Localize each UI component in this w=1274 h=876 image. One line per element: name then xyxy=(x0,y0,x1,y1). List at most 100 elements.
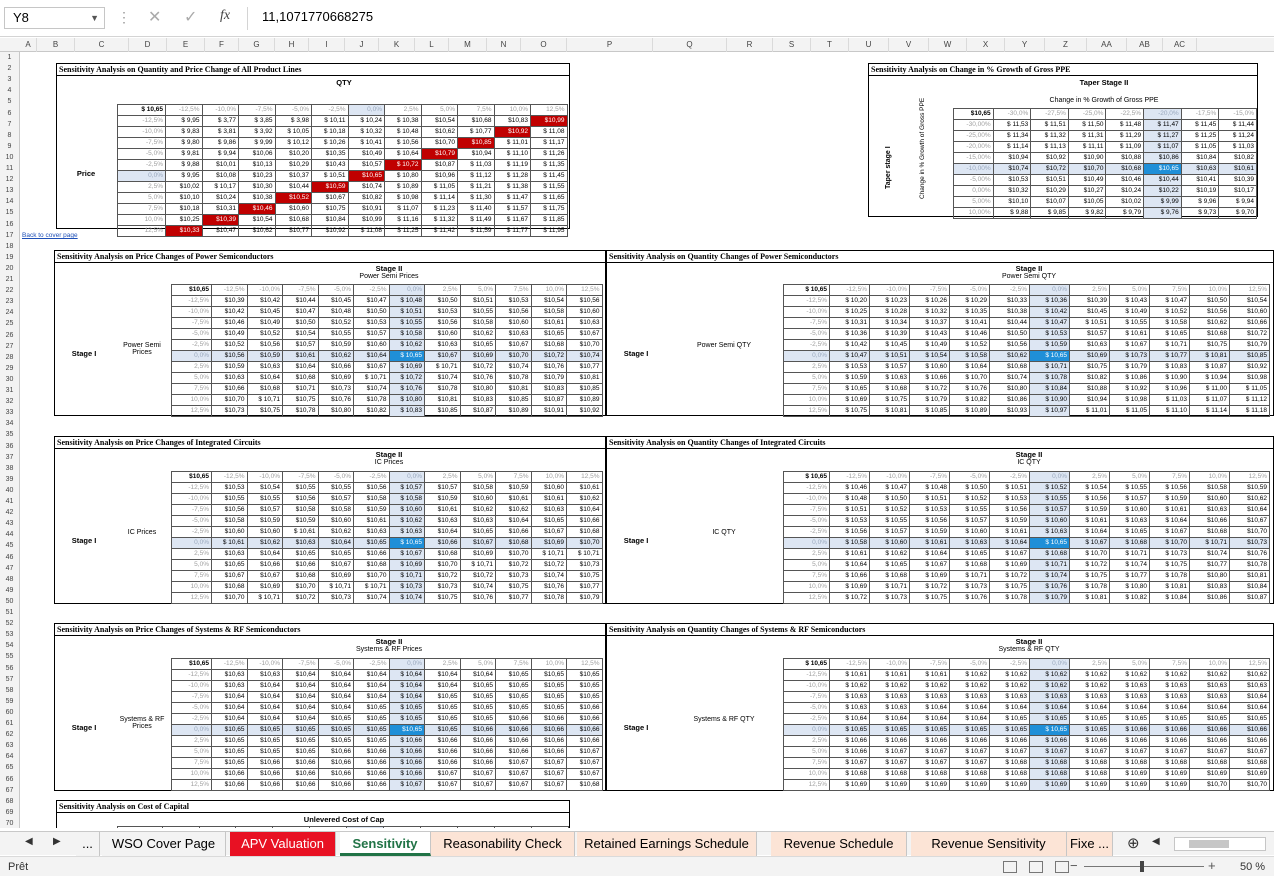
data-cell[interactable]: $ 11,34 xyxy=(992,130,1032,142)
data-cell[interactable]: $10,57 xyxy=(282,339,319,351)
data-cell[interactable]: $10,65 xyxy=(211,735,248,747)
data-cell[interactable]: $10,01 xyxy=(201,159,239,171)
data-cell[interactable]: $10,62 xyxy=(246,537,283,549)
data-cell[interactable]: $10,60 xyxy=(353,339,390,351)
data-cell[interactable]: $ 10,63 xyxy=(989,691,1030,703)
data-cell[interactable]: $ 9,94 xyxy=(201,148,239,160)
data-cell[interactable]: $10,07 xyxy=(1030,196,1069,208)
zoom-level[interactable]: 50 % xyxy=(1240,861,1265,873)
data-cell[interactable]: $ 10,66 xyxy=(989,735,1030,747)
sheet-tab[interactable]: Reasonability Check xyxy=(431,832,575,856)
data-cell[interactable]: $10,65 xyxy=(211,757,248,769)
data-cell[interactable]: $10,77 xyxy=(1189,559,1230,571)
data-cell[interactable]: $10,55 xyxy=(282,482,319,494)
row-header[interactable]: 29 xyxy=(0,363,19,374)
data-cell[interactable]: $10,17 xyxy=(1218,185,1257,197)
data-cell[interactable]: $ 10,68 xyxy=(1069,757,1110,769)
data-cell[interactable]: $10,62 xyxy=(1189,317,1230,329)
data-cell[interactable]: $10,66 xyxy=(495,526,532,538)
data-cell[interactable]: $ 10,62 xyxy=(909,680,950,692)
data-cell[interactable]: $ 10,72 xyxy=(384,159,422,171)
data-cell[interactable]: $ 10,69 xyxy=(388,361,425,373)
data-cell[interactable]: $10,62 xyxy=(459,328,496,340)
data-cell[interactable]: $10,60 xyxy=(1189,493,1230,505)
row-header[interactable]: 34 xyxy=(0,418,19,429)
data-cell[interactable]: $10,67 xyxy=(566,768,603,780)
data-cell[interactable]: $10,74 xyxy=(424,372,461,384)
data-cell[interactable]: $ 10,81 xyxy=(1069,592,1110,604)
row-header[interactable]: 22 xyxy=(0,285,19,296)
data-cell[interactable]: $10,65 xyxy=(282,724,319,736)
normal-view-icon[interactable] xyxy=(1003,861,1017,873)
data-cell[interactable]: $10,64 xyxy=(353,669,390,681)
data-cell[interactable]: $ 10,71 xyxy=(246,394,283,406)
data-cell[interactable]: $10,38 xyxy=(238,192,276,204)
data-cell[interactable]: $10,66 xyxy=(246,768,283,780)
data-cell[interactable]: $10,73 xyxy=(1229,537,1270,549)
data-cell[interactable]: $10,60 xyxy=(530,482,567,494)
data-cell[interactable]: $ 3,98 xyxy=(274,115,312,127)
data-cell[interactable]: $10,55 xyxy=(459,306,496,318)
row-header[interactable]: 52 xyxy=(0,618,19,629)
data-cell[interactable]: $10,75 xyxy=(1069,361,1110,373)
data-cell[interactable]: $10,70 xyxy=(1067,163,1107,175)
data-cell[interactable]: $ 11,03 xyxy=(1149,394,1190,406)
data-cell[interactable]: $ 9,85 xyxy=(1030,207,1069,219)
row-header[interactable]: 7 xyxy=(0,119,19,130)
data-cell[interactable]: $ 10,55 xyxy=(869,515,910,527)
data-cell[interactable]: $10,66 xyxy=(424,537,461,549)
data-cell[interactable]: $ 9,70 xyxy=(1218,207,1257,219)
cancel-icon[interactable]: ✕ xyxy=(148,7,161,27)
data-cell[interactable]: $10,76 xyxy=(1229,548,1270,560)
data-cell[interactable]: $10,18 xyxy=(165,203,203,215)
data-cell[interactable]: $ 10,82 xyxy=(1109,592,1150,604)
data-cell[interactable]: $10,65 xyxy=(495,691,532,703)
data-cell[interactable]: $ 10,76 xyxy=(949,383,990,395)
data-cell[interactable]: $10,66 xyxy=(495,746,532,758)
data-cell[interactable]: $10,67 xyxy=(424,768,461,780)
data-cell[interactable]: $10,66 xyxy=(566,735,603,747)
data-cell[interactable]: $ 10,90 xyxy=(1149,372,1190,384)
data-cell[interactable]: $ 10,71 xyxy=(530,548,567,560)
data-cell[interactable]: $ 10,60 xyxy=(388,504,425,516)
data-cell[interactable]: $ 11,10 xyxy=(493,148,531,160)
data-cell[interactable]: $10,83 xyxy=(1189,581,1230,593)
data-cell[interactable]: $10,63 xyxy=(566,317,603,329)
data-cell[interactable]: $10,85 xyxy=(424,405,461,417)
data-cell[interactable]: $10,79 xyxy=(530,372,567,384)
data-cell[interactable]: $ 10,56 xyxy=(1149,482,1190,494)
data-cell[interactable]: $10,85 xyxy=(566,383,603,395)
data-cell[interactable]: $ 9,73 xyxy=(1180,207,1220,219)
data-cell[interactable]: $ 11,45 xyxy=(530,170,568,182)
data-cell[interactable]: $10,39 xyxy=(211,295,248,307)
data-cell[interactable]: $10,54 xyxy=(420,115,458,127)
data-cell[interactable]: $10,66 xyxy=(459,746,496,758)
data-cell[interactable]: $ 10,67 xyxy=(1149,746,1190,758)
data-cell[interactable]: $10,66 xyxy=(530,724,567,736)
data-cell[interactable]: $ 10,85 xyxy=(909,405,950,417)
data-cell[interactable]: $10,87 xyxy=(459,405,496,417)
row-header[interactable]: 37 xyxy=(0,452,19,463)
data-cell[interactable]: $ 11,55 xyxy=(530,181,568,193)
data-cell[interactable]: $ 10,39 xyxy=(869,328,910,340)
column-header-Z[interactable]: Z xyxy=(1045,38,1087,52)
row-header[interactable]: 10 xyxy=(0,152,19,163)
row-header[interactable]: 28 xyxy=(0,352,19,363)
data-cell[interactable]: $10,67 xyxy=(1229,515,1270,527)
data-cell[interactable]: $ 9,86 xyxy=(201,137,239,149)
data-cell[interactable]: $ 10,73 xyxy=(1149,548,1190,560)
data-cell[interactable]: $ 10,52 xyxy=(1149,306,1190,318)
data-cell[interactable]: $ 10,67 xyxy=(1149,526,1190,538)
data-cell[interactable]: $10,64 xyxy=(211,702,248,714)
data-cell[interactable]: $ 10,61 xyxy=(1149,504,1190,516)
data-cell[interactable]: $ 10,54 xyxy=(909,350,950,362)
data-cell[interactable]: $10,77 xyxy=(566,361,603,373)
data-cell[interactable]: $ 10,69 xyxy=(388,559,425,571)
data-cell[interactable]: $10,68 xyxy=(282,570,319,582)
column-header-C[interactable]: C xyxy=(75,38,129,52)
data-cell[interactable]: $ 10,64 xyxy=(1069,702,1110,714)
row-header[interactable]: 58 xyxy=(0,685,19,696)
data-cell[interactable]: $ 10,92 xyxy=(1109,383,1150,395)
data-cell[interactable]: $ 10,68 xyxy=(989,768,1030,780)
column-header-M[interactable]: M xyxy=(449,38,487,52)
